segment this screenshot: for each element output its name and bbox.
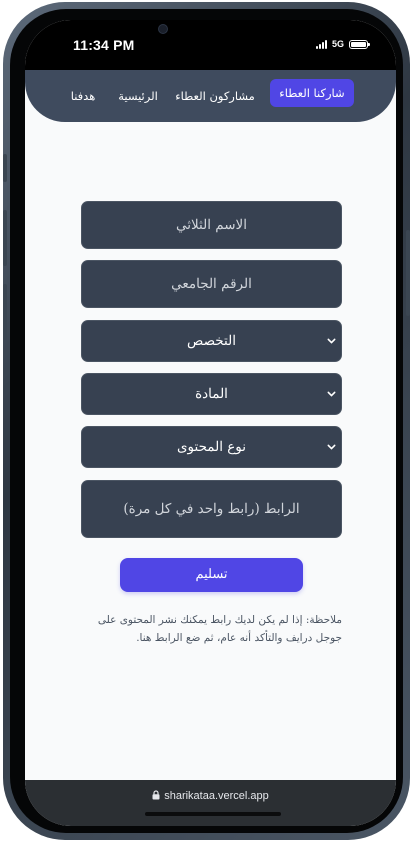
- mute-switch: [3, 154, 7, 182]
- university-id-placeholder: الرقم الجامعي: [171, 276, 252, 292]
- power-button: [406, 230, 410, 316]
- link-input[interactable]: الرابط (رابط واحد في كل مرة): [81, 480, 342, 538]
- nav-item-participants[interactable]: مشاركون العطاء: [171, 83, 259, 109]
- browser-bottom-bar: sharikataa.vercel.app: [25, 780, 396, 826]
- top-navbar: شاركنا العطاء مشاركون العطاء الرئيسية هد…: [25, 70, 396, 122]
- specialization-select[interactable]: التخصص: [81, 320, 342, 362]
- nav-item-goal[interactable]: هدفنا: [63, 83, 103, 109]
- content-type-selected-value: نوع المحتوى: [176, 439, 247, 455]
- front-camera: [158, 24, 168, 34]
- screen: 11:34 PM 5G شاركنا العطاء مشاركون العطاء…: [25, 20, 396, 826]
- link-placeholder: الرابط (رابط واحد في كل مرة): [123, 501, 300, 517]
- volume-down-button: [3, 284, 7, 340]
- battery-icon: [349, 39, 370, 49]
- subject-selected-value: المادة: [195, 386, 228, 402]
- address-bar[interactable]: sharikataa.vercel.app: [25, 790, 396, 802]
- chevron-down-icon: [327, 391, 336, 397]
- chevron-down-icon: [327, 444, 336, 450]
- network-type: 5G: [331, 39, 344, 49]
- signal-icon: [315, 39, 327, 49]
- university-id-input[interactable]: الرقم الجامعي: [81, 260, 342, 308]
- nav-item-share[interactable]: شاركنا العطاء: [270, 79, 354, 107]
- url-text: sharikataa.vercel.app: [164, 790, 269, 802]
- status-time: 11:34 PM: [73, 37, 135, 53]
- home-indicator[interactable]: [145, 812, 281, 816]
- full-name-placeholder: الاسم الثلاثي: [175, 217, 248, 233]
- nav-item-home[interactable]: الرئيسية: [111, 83, 165, 109]
- submit-button[interactable]: تسليم: [120, 558, 303, 592]
- lock-icon: [152, 790, 160, 800]
- full-name-input[interactable]: الاسم الثلاثي: [81, 201, 342, 249]
- status-indicators: 5G: [315, 39, 370, 49]
- chevron-down-icon: [327, 338, 336, 344]
- volume-up-button: [3, 210, 7, 266]
- help-note: ملاحظة: إذا لم يكن لديك رابط يمكنك نشر ا…: [97, 614, 342, 644]
- content-type-select[interactable]: نوع المحتوى: [81, 426, 342, 468]
- status-bar: 11:34 PM 5G: [25, 20, 396, 70]
- subject-select[interactable]: المادة: [81, 373, 342, 415]
- phone-frame: 11:34 PM 5G شاركنا العطاء مشاركون العطاء…: [3, 2, 410, 840]
- specialization-selected-value: التخصص: [187, 333, 236, 349]
